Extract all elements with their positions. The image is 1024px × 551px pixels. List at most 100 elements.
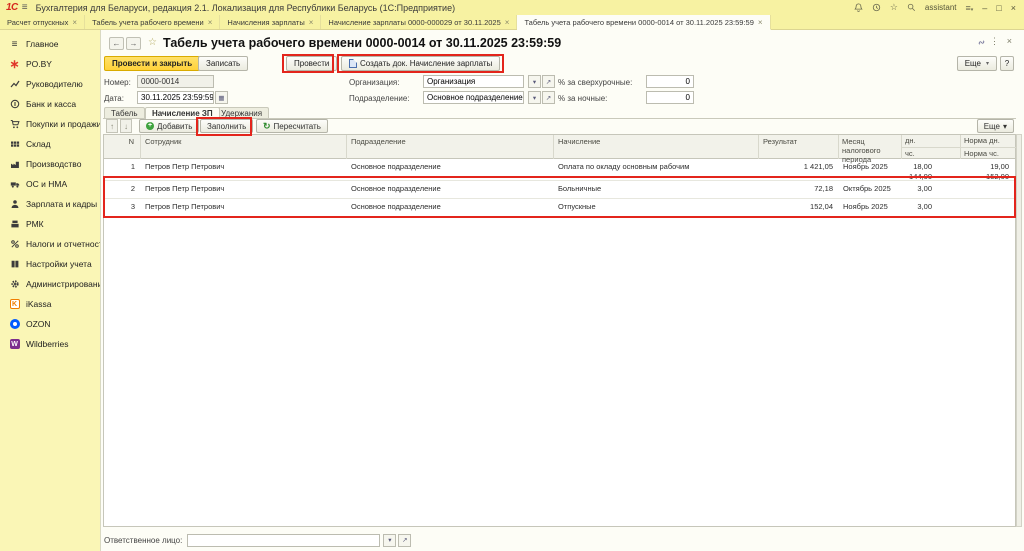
main-menu-icon[interactable]: ≡ [22, 2, 28, 13]
sidebar-item-ozon[interactable]: OZON [0, 314, 100, 334]
close-tab-icon[interactable]: × [208, 18, 213, 27]
close-document-icon[interactable]: × [1007, 36, 1012, 46]
department-field[interactable]: Основное подразделение [423, 91, 524, 104]
col-norm-hours[interactable]: Норма чс. [961, 147, 1017, 159]
cell-result: 152,04 [759, 202, 839, 211]
close-tab-icon[interactable]: × [758, 18, 763, 27]
favorites-star-icon[interactable]: ☆ [890, 2, 898, 13]
get-link-icon[interactable] [977, 38, 986, 47]
col-accrual[interactable]: Начисление [554, 135, 759, 159]
cart-icon [9, 119, 20, 130]
date-field[interactable]: 30.11.2025 23:59:59 [137, 91, 214, 104]
post-and-close-button[interactable]: Провести и закрыть [104, 56, 200, 71]
recalculate-button[interactable]: ↻ Пересчитать [256, 119, 328, 133]
sidebar-item-wildberries[interactable]: W Wildberries [0, 334, 100, 354]
more-button[interactable]: Еще▾ [957, 56, 997, 71]
tab-nachisleniya-list[interactable]: Начисления зарплаты × [220, 15, 321, 29]
department-dropdown-icon[interactable]: ▾ [528, 91, 541, 104]
sidebar-item-rukovoditelyu[interactable]: Руководителю [0, 74, 100, 94]
restore-button[interactable]: □ [996, 3, 1001, 13]
move-row-up-button[interactable]: ↑ [106, 119, 118, 133]
sidebar-item-nalogi[interactable]: Налоги и отчетность [0, 234, 100, 254]
forward-button[interactable]: → [126, 37, 141, 50]
form-tab-tabel[interactable]: Табель [104, 107, 145, 118]
cell-employee: Петров Петр Петрович [141, 202, 347, 211]
current-user-label[interactable]: assistant [925, 3, 957, 12]
night-field[interactable]: 0 [646, 91, 694, 104]
col-department[interactable]: Подразделение [347, 135, 554, 159]
back-button[interactable]: ← [109, 37, 124, 50]
save-button[interactable]: Записать [198, 56, 248, 71]
sidebar-item-proizvodstvo[interactable]: Производство [0, 154, 100, 174]
number-field[interactable]: 0000-0014 [137, 75, 214, 88]
sidebar-item-sklad[interactable]: Склад [0, 134, 100, 154]
history-icon[interactable] [872, 3, 881, 12]
fill-button[interactable]: Заполнить [200, 119, 253, 133]
col-n[interactable]: N [104, 135, 141, 159]
responsible-dropdown-icon[interactable]: ▾ [383, 534, 396, 547]
tab-label: Табель учета рабочего времени 0000-0014 … [524, 18, 753, 27]
department-open-icon[interactable]: ↗ [542, 91, 555, 104]
calendar-icon[interactable]: ▦ [215, 91, 228, 104]
notifications-bell-icon[interactable] [854, 3, 863, 12]
overtime-field[interactable]: 0 [646, 75, 694, 88]
sidebar-item-nastroiki-ucheta[interactable]: Настройки учета [0, 254, 100, 274]
sidebar-item-zarplata-kadry[interactable]: Зарплата и кадры [0, 194, 100, 214]
table-row[interactable]: 2 Петров Петр Петрович Основное подразде… [104, 181, 1015, 199]
cell-days: 3,00 [902, 184, 932, 193]
sidebar-item-poby[interactable]: ∗ PO.BY [0, 54, 100, 74]
col-norm-days[interactable]: Норма дн. [961, 135, 1017, 147]
help-button[interactable]: ? [1000, 56, 1014, 71]
table-row[interactable]: 3 Петров Петр Петрович Основное подразде… [104, 199, 1015, 217]
col-days-hours[interactable]: дн. чс. [902, 135, 961, 159]
table-scrollbar[interactable] [1016, 134, 1022, 527]
cell-month: Октябрь 2025 [839, 184, 902, 193]
create-doc-button[interactable]: Создать док. Начисление зарплаты [341, 56, 500, 71]
add-row-button[interactable]: + Добавить [139, 119, 199, 133]
col-result[interactable]: Результат [759, 135, 839, 159]
sidebar-item-glavnoe[interactable]: ≡ Главное [0, 34, 100, 54]
more-actions-icon[interactable]: ⋮ [990, 36, 999, 47]
col-norm[interactable]: Норма дн. Норма чс. [961, 135, 1017, 159]
sidebar-item-bank-kassa[interactable]: Банк и касса [0, 94, 100, 114]
responsible-field[interactable] [187, 534, 380, 547]
organization-field[interactable]: Организация [423, 75, 524, 88]
cell-month: Ноябрь 2025 [839, 162, 902, 171]
document-plus-icon [349, 59, 357, 68]
minimize-button[interactable]: – [982, 3, 987, 13]
service-menu-icon[interactable]: ≡▾ [966, 3, 974, 13]
sidebar-item-ikassa[interactable]: K iKassa [0, 294, 100, 314]
favorite-star-icon[interactable]: ☆ [148, 37, 157, 48]
sidebar-item-administrirovanie[interactable]: Администрирование [0, 274, 100, 294]
organization-open-icon[interactable]: ↗ [542, 75, 555, 88]
cell-hours: 144,00 [902, 172, 932, 181]
form-tab-nachislenie-zp[interactable]: Начисление ЗП [145, 107, 220, 119]
sidebar-item-pokupki-prodazhi[interactable]: Покупки и продажи [0, 114, 100, 134]
move-row-down-button[interactable]: ↓ [120, 119, 132, 133]
search-icon[interactable] [907, 3, 916, 12]
sidebar-item-rmk[interactable]: РМК [0, 214, 100, 234]
tab-tabel-list[interactable]: Табель учета рабочего времени × [85, 15, 220, 29]
cell-norm-hours: 152,00 [961, 172, 1009, 181]
table-more-button[interactable]: Еще▾ [977, 119, 1014, 133]
col-employee[interactable]: Сотрудник [141, 135, 347, 159]
close-tab-icon[interactable]: × [505, 18, 510, 27]
post-button[interactable]: Провести [286, 56, 337, 71]
organization-dropdown-icon[interactable]: ▾ [528, 75, 541, 88]
col-days[interactable]: дн. [902, 135, 960, 147]
table-row[interactable]: 1 Петров Петр Петрович Основное подразде… [104, 159, 1015, 181]
accruals-table: N Сотрудник Подразделение Начисление Рез… [103, 134, 1016, 527]
form-tab-uderzhaniya[interactable]: Удержания [214, 107, 269, 118]
cell-days: 3,00 [902, 202, 932, 211]
col-month[interactable]: Месяц налогового периода [839, 135, 902, 159]
close-window-button[interactable]: × [1011, 3, 1016, 13]
tab-tabel-doc-active[interactable]: Табель учета рабочего времени 0000-0014 … [517, 15, 770, 30]
tab-nachislenie-doc[interactable]: Начисление зарплаты 0000-000029 от 30.11… [321, 15, 517, 29]
close-tab-icon[interactable]: × [72, 18, 77, 27]
tab-raschet-otpusknyh[interactable]: Расчет отпускных × [0, 15, 85, 29]
close-tab-icon[interactable]: × [309, 18, 314, 27]
workspace-tabbar: Расчет отпускных × Табель учета рабочего… [0, 15, 1024, 30]
col-hours[interactable]: чс. [902, 147, 960, 159]
responsible-open-icon[interactable]: ↗ [398, 534, 411, 547]
sidebar-item-os-nma[interactable]: ОС и НМА [0, 174, 100, 194]
